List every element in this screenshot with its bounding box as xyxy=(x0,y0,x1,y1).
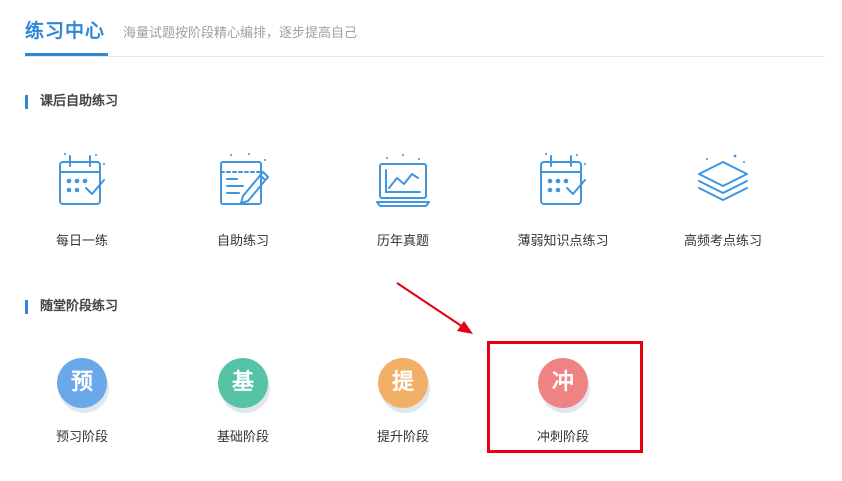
stage-improve[interactable]: 提 提升阶段 xyxy=(333,358,473,445)
section-title-after-class: 课后自助练习 xyxy=(25,95,118,109)
calendar-check-icon xyxy=(59,153,105,205)
practice-daily[interactable]: 每日一练 xyxy=(12,150,152,249)
item-label: 提升阶段 xyxy=(376,430,429,445)
item-label: 高频考点练习 xyxy=(683,234,762,249)
stage-badge: 基 xyxy=(218,358,268,408)
practice-high-frequency[interactable]: 高频考点练习 xyxy=(653,150,793,249)
practice-past-exams[interactable]: 历年真题 xyxy=(333,150,473,249)
layers-icon xyxy=(698,154,748,201)
calendar-check-icon xyxy=(540,153,586,205)
item-label: 预习阶段 xyxy=(55,430,108,445)
highlight-box xyxy=(487,341,643,453)
section-title-in-class: 随堂阶段练习 xyxy=(25,300,118,314)
item-label: 基础阶段 xyxy=(216,430,269,445)
practice-weak-points[interactable]: 薄弱知识点练习 xyxy=(493,150,633,249)
document-pen-icon xyxy=(220,153,269,205)
page-header: 练习中心 海量试题按阶段精心编排，逐步提高自己 xyxy=(0,0,842,58)
item-label: 历年真题 xyxy=(376,234,429,249)
stage-preview[interactable]: 预 预习阶段 xyxy=(12,358,152,445)
practice-self-help[interactable]: 自助练习 xyxy=(173,150,313,249)
item-label: 自助练习 xyxy=(216,234,269,249)
item-label: 薄弱知识点练习 xyxy=(517,234,609,249)
page-title[interactable]: 练习中心 xyxy=(25,16,105,43)
header-divider xyxy=(25,56,825,57)
item-label: 每日一练 xyxy=(55,234,108,249)
stage-basic[interactable]: 基 基础阶段 xyxy=(173,358,313,445)
monitor-chart-icon xyxy=(376,154,430,207)
stage-badge: 预 xyxy=(57,358,107,408)
stage-badge: 提 xyxy=(378,358,428,408)
page-subtitle: 海量试题按阶段精心编排，逐步提高自己 xyxy=(123,26,358,41)
